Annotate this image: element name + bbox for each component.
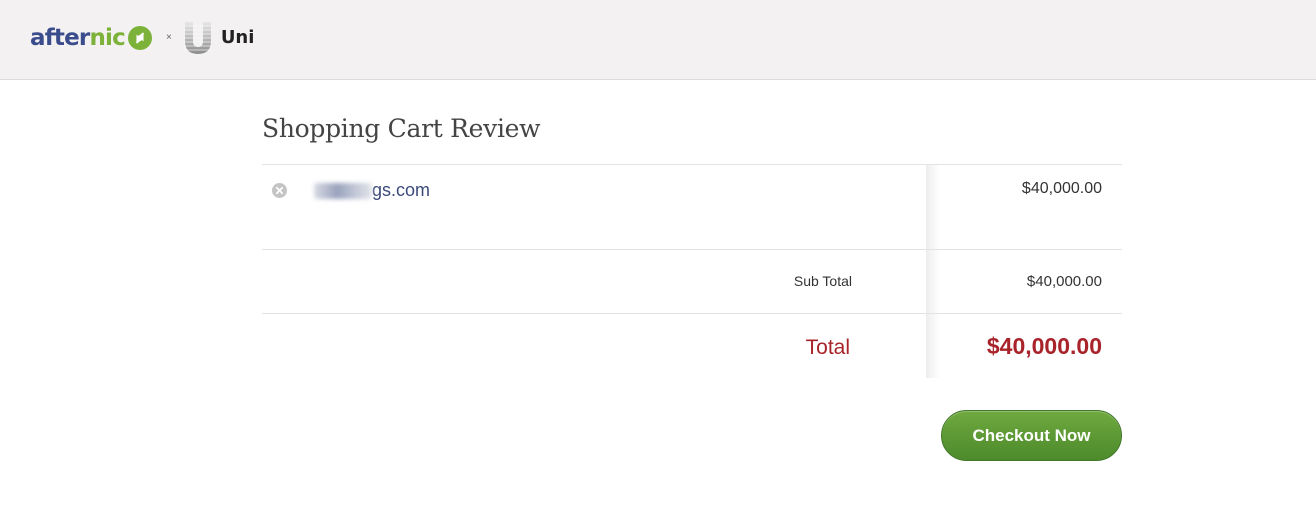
afternic-arrows-icon — [127, 25, 153, 51]
remove-item-icon[interactable] — [272, 183, 287, 198]
subtotal-label: Sub Total — [793, 273, 852, 289]
cart-table: gs.com $40,000.00 Sub Total $40,000.00 T… — [262, 164, 1122, 380]
brand-logos[interactable]: afternic × Uni — [30, 20, 254, 56]
afternic-logo-part2: nic — [89, 25, 125, 51]
afternic-logo-part1: after — [30, 25, 90, 51]
uni-logo-icon — [183, 21, 212, 55]
cart-item-row: gs.com $40,000.00 — [262, 164, 1122, 249]
top-header: afternic × Uni — [0, 0, 1316, 80]
cart-item-price: $40,000.00 — [1021, 180, 1102, 197]
uni-logo-text: Uni — [220, 27, 255, 48]
subtotal-value: $40,000.00 — [1026, 273, 1102, 290]
subtotal-row: Sub Total $40,000.00 — [262, 249, 1122, 313]
cart-item-domain[interactable]: gs.com — [314, 180, 430, 201]
afternic-logo: afternic — [30, 20, 126, 56]
redacted-domain-part — [314, 182, 372, 199]
checkout-now-button[interactable]: Checkout Now — [941, 410, 1122, 461]
cart-item-domain-text: gs.com — [372, 180, 431, 200]
total-label: Total — [805, 336, 850, 359]
total-value: $40,000.00 — [986, 333, 1102, 359]
brand-separator: × — [165, 32, 172, 43]
page-title: Shopping Cart Review — [262, 114, 541, 143]
total-row: Total $40,000.00 — [262, 313, 1122, 380]
